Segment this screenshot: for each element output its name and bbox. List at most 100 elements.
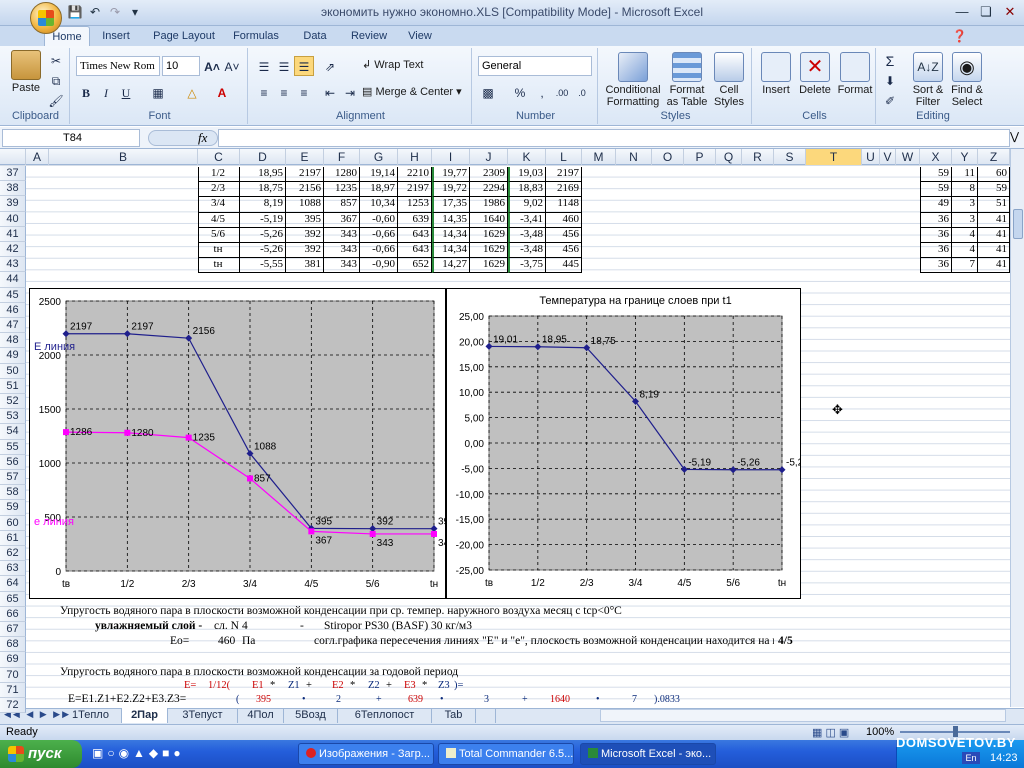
row-header-56[interactable]: 56 — [0, 454, 26, 470]
side-table-cell[interactable]: 3 — [952, 197, 978, 213]
side-table-cell[interactable]: 7 — [952, 258, 978, 274]
table-cell[interactable]: 1986 — [470, 197, 508, 213]
table-cell[interactable]: 2/3 — [198, 182, 240, 198]
increase-indent-icon[interactable]: ⇥ — [340, 82, 360, 102]
name-box[interactable]: T84 — [2, 129, 140, 147]
row-header-58[interactable]: 58 — [0, 485, 26, 501]
table-cell[interactable]: tн — [198, 243, 240, 259]
table-cell[interactable]: 18,95 — [240, 167, 286, 183]
row-header-41[interactable]: 41 — [0, 226, 26, 242]
vertical-scrollbar[interactable] — [1010, 149, 1024, 707]
side-table-cell[interactable]: 36 — [920, 212, 952, 228]
row-header-72[interactable]: 72 — [0, 698, 26, 714]
column-header-n[interactable]: N — [616, 149, 652, 165]
table-cell[interactable]: 19,77 — [432, 167, 470, 183]
merge-center-button[interactable]: ▤ Merge & Center ▾ — [362, 85, 462, 98]
font-size-combo[interactable]: 10 — [162, 56, 200, 76]
side-table-cell[interactable]: 41 — [978, 227, 1010, 243]
table-cell[interactable]: tн — [198, 258, 240, 274]
column-header-v[interactable]: V — [880, 149, 896, 165]
table-cell[interactable]: 1148 — [546, 197, 582, 213]
help-icon[interactable]: ❓ — [952, 29, 967, 43]
row-header-59[interactable]: 59 — [0, 500, 26, 516]
wrap-text-button[interactable]: ↲ Wrap Text — [362, 58, 423, 71]
select-all[interactable] — [0, 149, 26, 165]
sheet-tab-4[interactable]: 4Пол — [238, 708, 284, 723]
delete-cells-button[interactable]: ✕ Delete — [796, 52, 834, 96]
minimize-button[interactable]: — — [950, 3, 974, 21]
table-cell[interactable]: 460 — [546, 212, 582, 228]
table-cell[interactable]: 343 — [324, 243, 360, 259]
row-header-64[interactable]: 64 — [0, 576, 26, 592]
insert-cells-button[interactable]: Insert — [758, 52, 794, 96]
table-cell[interactable]: 14,35 — [432, 212, 470, 228]
view-buttons-icon[interactable]: ▦ ◫ ▣ — [812, 726, 849, 739]
tab-review[interactable]: Review — [346, 26, 392, 46]
tab-formulas[interactable]: Formulas — [228, 26, 284, 46]
table-cell[interactable]: 2197 — [398, 182, 432, 198]
table-cell[interactable]: 5/6 — [198, 227, 240, 243]
table-cell[interactable]: 2210 — [398, 167, 432, 183]
table-cell[interactable]: 643 — [398, 227, 432, 243]
data-point[interactable] — [124, 429, 131, 436]
copy-icon[interactable]: ⧉ — [46, 70, 66, 90]
table-cell[interactable]: 19,14 — [360, 167, 398, 183]
column-header-f[interactable]: F — [324, 149, 360, 165]
side-table-cell[interactable]: 59 — [920, 167, 952, 183]
task-total-commander[interactable]: Total Commander 6.5... — [438, 743, 574, 765]
table-cell[interactable]: 1629 — [470, 258, 508, 274]
function-icon[interactable]: fx — [198, 130, 207, 146]
side-table-cell[interactable]: 8 — [952, 182, 978, 198]
side-table-cell[interactable]: 41 — [978, 243, 1010, 259]
table-cell[interactable]: 1629 — [470, 227, 508, 243]
column-header-d[interactable]: D — [240, 149, 286, 165]
decrease-indent-icon[interactable]: ⇤ — [320, 82, 340, 102]
column-header-h[interactable]: H — [398, 149, 432, 165]
underline-button[interactable]: U — [116, 82, 136, 102]
column-header-k[interactable]: K — [508, 149, 546, 165]
table-cell[interactable]: 1088 — [286, 197, 324, 213]
table-cell[interactable]: 639 — [398, 212, 432, 228]
column-header-z[interactable]: Z — [978, 149, 1010, 165]
column-header-e[interactable]: E — [286, 149, 324, 165]
row-header-53[interactable]: 53 — [0, 409, 26, 425]
insert-sheet-icon[interactable] — [476, 708, 496, 723]
data-point[interactable] — [369, 530, 376, 537]
cell-styles-button[interactable]: Cell Styles — [710, 52, 748, 108]
data-point[interactable] — [185, 434, 192, 441]
table-cell[interactable]: 456 — [546, 227, 582, 243]
table-cell[interactable]: 14,34 — [432, 227, 470, 243]
table-cell[interactable]: 392 — [286, 227, 324, 243]
table-cell[interactable]: 395 — [286, 212, 324, 228]
office-button[interactable] — [30, 2, 62, 34]
table-cell[interactable]: -5,26 — [240, 227, 286, 243]
table-cell[interactable]: -3,75 — [508, 258, 546, 274]
row-header-65[interactable]: 65 — [0, 591, 26, 607]
row-header-67[interactable]: 67 — [0, 622, 26, 638]
row-header-42[interactable]: 42 — [0, 242, 26, 258]
column-header-m[interactable]: M — [582, 149, 616, 165]
table-cell[interactable]: 857 — [324, 197, 360, 213]
find-select-button[interactable]: ◉ Find & Select — [948, 52, 986, 108]
row-header-46[interactable]: 46 — [0, 302, 26, 318]
number-format-combo[interactable]: General — [478, 56, 592, 76]
row-header-68[interactable]: 68 — [0, 637, 26, 653]
quick-launch-icons[interactable]: ▣○◉▲◆■● — [92, 746, 185, 760]
conditional-formatting-button[interactable]: Conditional Formatting — [602, 52, 664, 108]
table-cell[interactable]: 1280 — [324, 167, 360, 183]
table-cell[interactable]: 1/2 — [198, 167, 240, 183]
align-bottom-icon[interactable]: ☰ — [294, 56, 314, 76]
row-header-57[interactable]: 57 — [0, 470, 26, 486]
tab-insert[interactable]: Insert — [96, 26, 136, 46]
format-painter-icon[interactable]: 🖌 — [46, 90, 66, 110]
row-header-40[interactable]: 40 — [0, 211, 26, 227]
table-cell[interactable]: 2197 — [286, 167, 324, 183]
autosum-icon[interactable]: Σ — [880, 50, 900, 70]
sheet-tab-3[interactable]: 3Тепуст — [168, 708, 238, 723]
side-table-cell[interactable]: 4 — [952, 227, 978, 243]
table-cell[interactable]: 19,72 — [432, 182, 470, 198]
table-cell[interactable]: 1253 — [398, 197, 432, 213]
table-cell[interactable]: 14,27 — [432, 258, 470, 274]
sheet-tab-1[interactable]: 1Тепло — [60, 708, 122, 723]
table-cell[interactable]: -0,66 — [360, 227, 398, 243]
